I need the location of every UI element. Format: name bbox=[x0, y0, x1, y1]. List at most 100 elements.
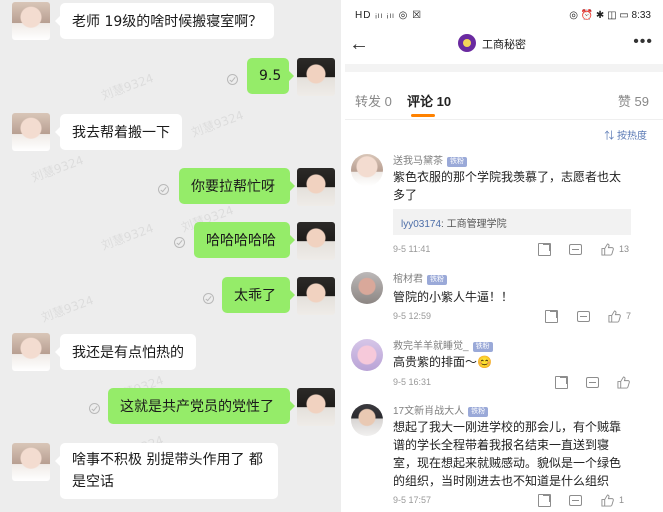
tab-likes[interactable]: 赞 59 bbox=[618, 91, 649, 110]
contact-avatar[interactable] bbox=[12, 333, 50, 371]
comment-footer: 9-5 11:41 13 bbox=[393, 243, 663, 258]
reply-preview[interactable]: lyy03174: 工商管理学院 bbox=[393, 209, 631, 235]
signal-indicators: HD ᵢₗₗ ᵢₗₗ ◎ ☒ bbox=[355, 10, 423, 21]
own-avatar[interactable] bbox=[297, 277, 335, 315]
own-avatar[interactable] bbox=[297, 58, 335, 96]
contact-avatar[interactable] bbox=[12, 2, 50, 40]
watermark: 刘慧9324 bbox=[39, 293, 96, 325]
sort-label: 按热度 bbox=[617, 131, 647, 142]
own-avatar[interactable] bbox=[297, 168, 335, 206]
like-icon[interactable] bbox=[601, 494, 614, 507]
weibo-panel: HD ᵢₗₗ ᵢₗₗ ◎ ☒ ◎ ⏰ ✱ ◫ ▭ 8:33 ← 工商秘密 •••… bbox=[345, 0, 663, 512]
message-bubble[interactable]: 你要拉帮忙呀 bbox=[179, 168, 295, 204]
commenter-name[interactable]: 送我马黛茶 铁粉 bbox=[393, 152, 467, 167]
comment-text: 高贵紫的排面～😊 bbox=[393, 355, 492, 369]
message-text: 老师 19级的啥时候搬寝室啊？ bbox=[72, 14, 263, 30]
reply-user[interactable]: lyy03174 bbox=[401, 219, 441, 230]
read-receipt-icon bbox=[203, 293, 214, 304]
message-text: 太乖了 bbox=[234, 288, 276, 304]
commenter-name[interactable]: 棺材君 铁粉 bbox=[393, 270, 447, 285]
read-receipt-icon bbox=[158, 184, 169, 195]
comment-footer: 9-5 12:59 7 bbox=[393, 310, 663, 325]
sort-control[interactable]: ⇅ 按热度 bbox=[604, 127, 647, 142]
like-icon[interactable] bbox=[617, 376, 630, 389]
watermark: 刘慧9324 bbox=[99, 221, 156, 253]
contact-avatar[interactable] bbox=[12, 443, 50, 481]
message-bubble[interactable]: 啥事不积极 别提带头作用了 都 是空话 bbox=[55, 443, 278, 499]
read-receipt-icon bbox=[227, 74, 238, 85]
message-text: 哈哈哈哈哈 bbox=[206, 233, 276, 249]
comment-text: 想起了我大一刚进学校的那会儿，有个贼靠 谱的学长全程带着我报名结束一直送到寝 室… bbox=[393, 420, 622, 488]
message-bubble[interactable]: 9.5 bbox=[247, 58, 294, 94]
message-text: 你要拉帮忙呀 bbox=[191, 179, 275, 195]
comment-footer: 9-5 16:31 bbox=[393, 376, 663, 391]
nav-bar: ← 工商秘密 ••• bbox=[345, 30, 663, 60]
share-icon[interactable] bbox=[538, 494, 551, 507]
comment-icon[interactable] bbox=[577, 311, 590, 322]
own-avatar[interactable] bbox=[297, 388, 335, 426]
message-text: 我还是有点怕热的 bbox=[72, 345, 184, 361]
comment-icon[interactable] bbox=[569, 244, 582, 255]
read-receipt-icon bbox=[174, 237, 185, 248]
watermark: 刘慧9324 bbox=[189, 108, 246, 140]
fan-badge: 铁粉 bbox=[447, 157, 467, 167]
message-text: 这就是共产党员的党性了 bbox=[120, 399, 274, 415]
share-icon[interactable] bbox=[555, 376, 568, 389]
commenter-avatar[interactable] bbox=[351, 404, 383, 436]
page-title[interactable]: 工商秘密 bbox=[482, 36, 526, 52]
comment-time: 9-5 12:59 bbox=[393, 311, 432, 321]
message-bubble[interactable]: 太乖了 bbox=[222, 277, 295, 313]
commenter-name[interactable]: 17文新肖战大人 铁粉 bbox=[393, 402, 489, 417]
more-dots-icon[interactable]: ••• bbox=[633, 33, 653, 51]
message-bubble[interactable]: 我还是有点怕热的 bbox=[55, 334, 196, 370]
comment-footer: 9-5 17:57 1 bbox=[393, 494, 663, 509]
share-icon[interactable] bbox=[545, 310, 558, 323]
watermark: 刘慧9324 bbox=[99, 71, 156, 103]
section-divider bbox=[345, 64, 663, 72]
like-icon[interactable] bbox=[608, 310, 621, 323]
watermark: 刘慧9324 bbox=[29, 153, 86, 185]
like-count: 7 bbox=[626, 311, 632, 321]
active-tab-indicator bbox=[411, 114, 435, 117]
arrow-left-icon[interactable]: ← bbox=[349, 34, 369, 54]
comment-text: 紫色衣服的那个学院我羡慕了，志愿者也太 多了 bbox=[393, 170, 622, 202]
fan-badge: 铁粉 bbox=[472, 342, 493, 352]
message-bubble[interactable]: 我去帮着搬一下 bbox=[55, 114, 182, 150]
reply-text: : 工商管理学院 bbox=[441, 219, 507, 230]
like-count: 13 bbox=[619, 244, 630, 254]
message-text: 我去帮着搬一下 bbox=[72, 125, 170, 141]
commenter-avatar[interactable] bbox=[351, 154, 383, 186]
commenter-avatar[interactable] bbox=[351, 272, 383, 304]
message-bubble[interactable]: 老师 19级的啥时候搬寝室啊？ bbox=[54, 3, 275, 39]
comment-text: 管院的小紫人牛逼！！ bbox=[393, 290, 514, 304]
screenshot-root: 刘慧9324 刘慧9324 刘慧9324 刘慧9324 刘慧9324 刘慧932… bbox=[0, 0, 663, 512]
comment-icon[interactable] bbox=[569, 495, 582, 506]
commenter-name[interactable]: 救完羊羊就睡觉_ 铁粉 bbox=[393, 337, 493, 352]
fan-badge: 铁粉 bbox=[427, 275, 447, 285]
comment-time: 9-5 17:57 bbox=[393, 495, 432, 505]
message-text: 是空话 bbox=[72, 474, 114, 490]
like-icon[interactable] bbox=[601, 243, 614, 256]
comment-icon[interactable] bbox=[586, 377, 599, 388]
status-bar: HD ᵢₗₗ ᵢₗₗ ◎ ☒ ◎ ⏰ ✱ ◫ ▭ 8:33 bbox=[345, 0, 663, 30]
tab-bar: 转发 0 评论 10 赞 59 bbox=[345, 72, 663, 120]
like-count: 1 bbox=[619, 495, 625, 505]
fan-badge: 铁粉 bbox=[468, 407, 489, 417]
own-avatar[interactable] bbox=[297, 222, 335, 260]
read-receipt-icon bbox=[89, 403, 100, 414]
sort-icon: ⇅ bbox=[604, 131, 615, 142]
contact-avatar[interactable] bbox=[12, 113, 50, 151]
tab-comments[interactable]: 评论 10 bbox=[407, 91, 451, 110]
message-bubble[interactable]: 哈哈哈哈哈 bbox=[194, 222, 295, 258]
message-text: 9.5 bbox=[259, 68, 282, 84]
account-logo[interactable] bbox=[458, 34, 476, 52]
share-icon[interactable] bbox=[538, 243, 551, 256]
chat-panel: 刘慧9324 刘慧9324 刘慧9324 刘慧9324 刘慧9324 刘慧932… bbox=[0, 0, 341, 512]
tab-reposts[interactable]: 转发 0 bbox=[355, 91, 392, 110]
comment-time: 9-5 11:41 bbox=[393, 244, 431, 254]
message-bubble[interactable]: 这就是共产党员的党性了 bbox=[108, 388, 295, 424]
status-right: ◎ ⏰ ✱ ◫ ▭ 8:33 bbox=[569, 10, 651, 21]
message-text: 啥事不积极 别提带头作用了 都 bbox=[72, 452, 263, 468]
comment-time: 9-5 16:31 bbox=[393, 377, 432, 387]
commenter-avatar[interactable] bbox=[351, 339, 383, 371]
